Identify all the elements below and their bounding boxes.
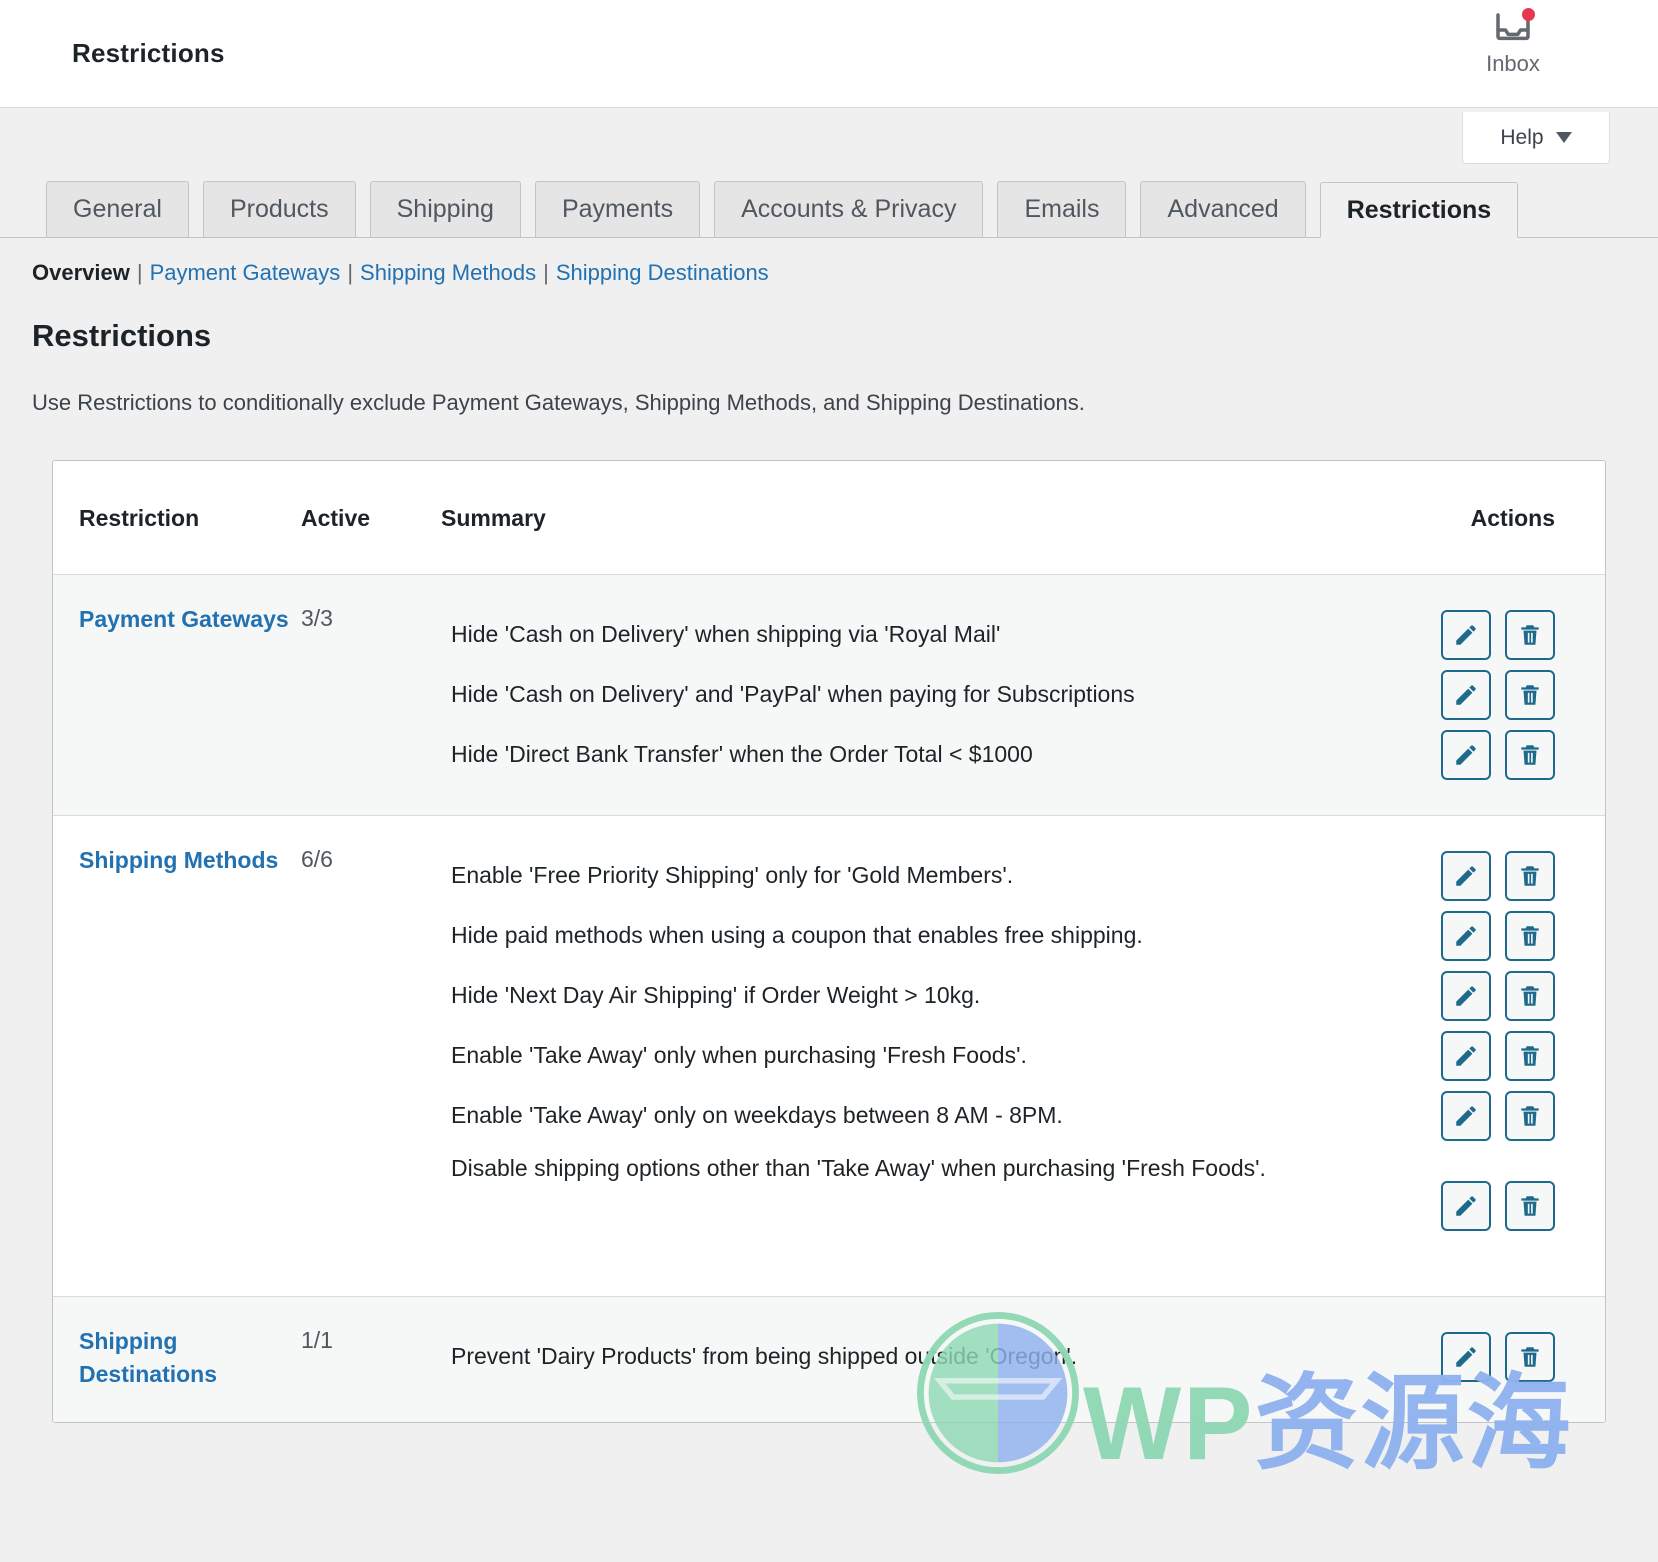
column-header-active: Active bbox=[301, 461, 441, 575]
delete-button[interactable] bbox=[1505, 971, 1555, 1021]
restriction-link-payment-gateways[interactable]: Payment Gateways bbox=[79, 603, 289, 636]
delete-button[interactable] bbox=[1505, 610, 1555, 660]
tab-general[interactable]: General bbox=[46, 181, 189, 237]
cell-restriction: Shipping Destinations bbox=[53, 1296, 301, 1422]
edit-button[interactable] bbox=[1441, 1181, 1491, 1231]
settings-tab-bar: General Products Shipping Payments Accou… bbox=[0, 176, 1658, 238]
delete-button[interactable] bbox=[1505, 1181, 1555, 1231]
column-header-summary: Summary bbox=[441, 461, 1365, 575]
edit-button[interactable] bbox=[1441, 851, 1491, 901]
cell-restriction: Shipping Methods bbox=[53, 815, 301, 1297]
edit-button[interactable] bbox=[1441, 911, 1491, 961]
summary-line: Hide 'Next Day Air Shipping' if Order We… bbox=[451, 982, 981, 1009]
action-group bbox=[1365, 846, 1555, 906]
subnav-item-overview[interactable]: Overview bbox=[32, 260, 130, 286]
restrictions-table-card: Restriction Active Summary Actions Payme… bbox=[52, 460, 1606, 1423]
delete-button[interactable] bbox=[1505, 730, 1555, 780]
chevron-down-icon bbox=[1555, 132, 1572, 143]
edit-button[interactable] bbox=[1441, 730, 1491, 780]
section-description: Use Restrictions to conditionally exclud… bbox=[32, 390, 1085, 415]
table-header: Restriction Active Summary Actions bbox=[53, 461, 1605, 575]
delete-button[interactable] bbox=[1505, 670, 1555, 720]
edit-button[interactable] bbox=[1441, 610, 1491, 660]
delete-button[interactable] bbox=[1505, 911, 1555, 961]
table-body: Payment Gateways 3/3 Hide 'Cash on Deliv… bbox=[53, 574, 1605, 1422]
restriction-link-shipping-destinations[interactable]: Shipping Destinations bbox=[79, 1325, 291, 1392]
subnav-item-payment-gateways[interactable]: Payment Gateways bbox=[150, 260, 341, 286]
cell-actions bbox=[1365, 1296, 1605, 1422]
summary-line: Enable 'Take Away' only when purchasing … bbox=[451, 1042, 1027, 1069]
summary-line: Hide 'Cash on Delivery' and 'PayPal' whe… bbox=[451, 681, 1135, 708]
tab-emails[interactable]: Emails bbox=[997, 181, 1127, 237]
edit-button[interactable] bbox=[1441, 1332, 1491, 1382]
help-label: Help bbox=[1500, 125, 1544, 149]
cell-active-count: 1/1 bbox=[301, 1296, 441, 1422]
action-group bbox=[1365, 605, 1555, 665]
table-row: Payment Gateways 3/3 Hide 'Cash on Deliv… bbox=[53, 574, 1605, 816]
subnav-separator-1: | bbox=[136, 260, 143, 285]
summary-line: Enable 'Take Away' only on weekdays betw… bbox=[451, 1102, 1063, 1129]
action-group bbox=[1365, 966, 1555, 1026]
summary-line: Hide paid methods when using a coupon th… bbox=[451, 922, 1143, 949]
cell-active-count: 6/6 bbox=[301, 815, 441, 1297]
action-group bbox=[1365, 1146, 1555, 1266]
edit-button[interactable] bbox=[1441, 1091, 1491, 1141]
help-button[interactable]: Help bbox=[1462, 112, 1610, 164]
action-group bbox=[1365, 906, 1555, 966]
action-group bbox=[1365, 1026, 1555, 1086]
notification-dot bbox=[1522, 8, 1535, 21]
delete-button[interactable] bbox=[1505, 1091, 1555, 1141]
subnav-separator-3: | bbox=[543, 260, 549, 285]
cell-actions bbox=[1365, 815, 1605, 1297]
subnav-separator-2: | bbox=[347, 260, 354, 285]
help-row: Help bbox=[0, 108, 1658, 176]
inbox-tray-icon bbox=[1493, 8, 1535, 50]
cell-restriction: Payment Gateways bbox=[53, 574, 301, 816]
subnav-item-shipping-methods[interactable]: Shipping Methods bbox=[360, 260, 536, 286]
action-group bbox=[1365, 1327, 1555, 1387]
table-row: Shipping Destinations 1/1 Prevent 'Dairy… bbox=[53, 1296, 1605, 1422]
restriction-link-shipping-methods[interactable]: Shipping Methods bbox=[79, 844, 278, 877]
cell-actions bbox=[1365, 574, 1605, 816]
delete-button[interactable] bbox=[1505, 851, 1555, 901]
summary-line: Hide 'Direct Bank Transfer' when the Ord… bbox=[451, 741, 1033, 768]
summary-line: Enable 'Free Priority Shipping' only for… bbox=[451, 862, 1014, 889]
action-group bbox=[1365, 725, 1555, 785]
delete-button[interactable] bbox=[1505, 1031, 1555, 1081]
summary-line: Hide 'Cash on Delivery' when shipping vi… bbox=[451, 621, 1001, 648]
tab-shipping[interactable]: Shipping bbox=[369, 181, 521, 237]
tab-accounts-privacy[interactable]: Accounts & Privacy bbox=[714, 181, 984, 237]
edit-button[interactable] bbox=[1441, 971, 1491, 1021]
table-row: Shipping Methods 6/6 Enable 'Free Priori… bbox=[53, 815, 1605, 1297]
edit-button[interactable] bbox=[1441, 1031, 1491, 1081]
inbox-button[interactable]: Inbox bbox=[1463, 8, 1563, 76]
cell-summary: Hide 'Cash on Delivery' when shipping vi… bbox=[441, 574, 1365, 816]
sub-navigation: Overview | Payment Gateways | Shipping M… bbox=[0, 238, 1658, 286]
column-header-actions: Actions bbox=[1365, 461, 1605, 575]
table-header-row: Restriction Active Summary Actions bbox=[53, 461, 1605, 575]
cell-summary: Enable 'Free Priority Shipping' only for… bbox=[441, 815, 1365, 1297]
cell-active-count: 3/3 bbox=[301, 574, 441, 816]
tab-restrictions[interactable]: Restrictions bbox=[1319, 182, 1519, 238]
section-heading: Restrictions bbox=[32, 318, 212, 353]
page-title: Restrictions bbox=[72, 38, 225, 68]
column-header-restriction: Restriction bbox=[53, 461, 301, 575]
top-bar: Restrictions Inbox bbox=[0, 0, 1658, 108]
inbox-label: Inbox bbox=[1486, 51, 1540, 76]
tab-advanced[interactable]: Advanced bbox=[1140, 181, 1306, 237]
edit-button[interactable] bbox=[1441, 670, 1491, 720]
tab-products[interactable]: Products bbox=[202, 181, 356, 237]
tab-payments[interactable]: Payments bbox=[534, 181, 701, 237]
action-group bbox=[1365, 1086, 1555, 1146]
summary-line: Prevent 'Dairy Products' from being ship… bbox=[451, 1343, 1078, 1370]
cell-summary: Prevent 'Dairy Products' from being ship… bbox=[441, 1296, 1365, 1422]
subnav-item-shipping-destinations[interactable]: Shipping Destinations bbox=[556, 260, 769, 286]
delete-button[interactable] bbox=[1505, 1332, 1555, 1382]
restrictions-table: Restriction Active Summary Actions Payme… bbox=[53, 461, 1605, 1422]
summary-line: Disable shipping options other than 'Tak… bbox=[451, 1155, 1266, 1181]
action-group bbox=[1365, 665, 1555, 725]
